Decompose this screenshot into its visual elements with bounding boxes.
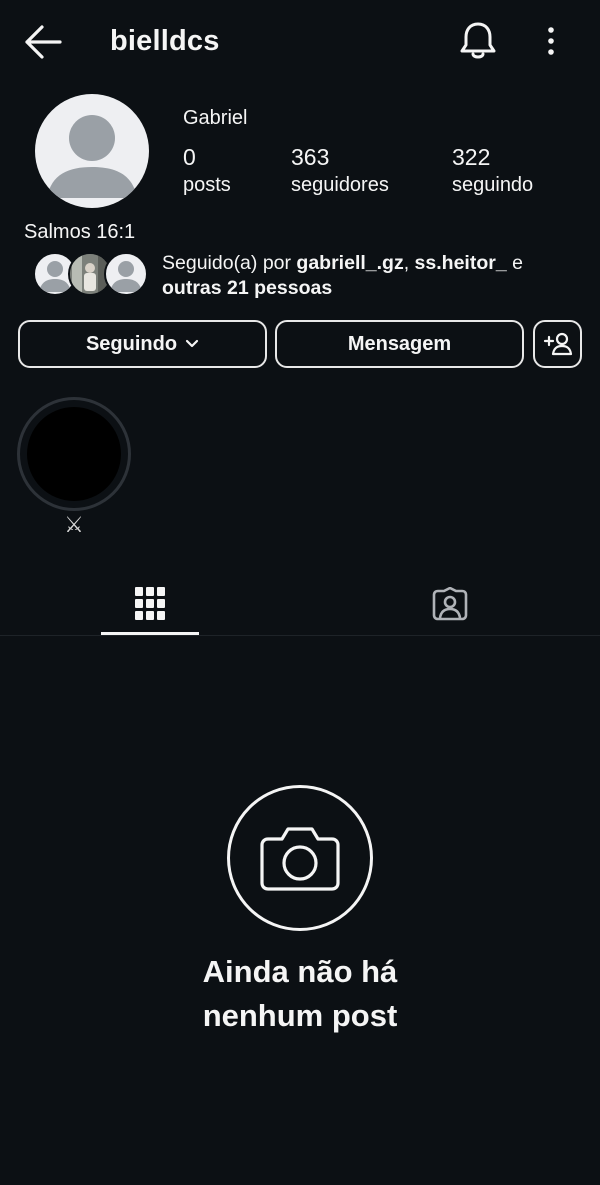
stat-followers-label: seguidores	[291, 174, 389, 196]
message-button-label: Mensagem	[347, 332, 452, 355]
stat-following-count: 322	[452, 144, 491, 170]
story-highlight[interactable]	[17, 397, 131, 511]
add-user-icon	[543, 331, 573, 357]
followed-by-prefix: Seguido(a) por	[162, 252, 297, 274]
followed-by-others[interactable]: outras 21 pessoas	[162, 277, 332, 299]
empty-state-camera	[227, 785, 373, 931]
grid-icon	[135, 587, 165, 621]
followed-by-user-2[interactable]: ss.heitor_	[415, 252, 507, 274]
profile-avatar[interactable]	[35, 94, 149, 208]
stat-following[interactable]: 322 seguindo	[452, 143, 533, 198]
stat-posts-label: posts	[183, 174, 231, 196]
tab-posts-grid[interactable]	[100, 572, 200, 636]
profile-bio: Salmos 16:1	[24, 221, 136, 243]
followed-by-separator: ,	[403, 252, 415, 274]
back-arrow-icon[interactable]	[22, 24, 62, 60]
camera-icon	[260, 823, 340, 893]
mutual-follower-avatar[interactable]	[104, 252, 148, 296]
stat-posts: 0 posts	[183, 143, 231, 198]
profile-username: bielldcs	[110, 25, 220, 57]
message-button[interactable]: Mensagem	[275, 320, 524, 368]
chevron-down-icon	[185, 339, 199, 349]
followed-by-user-1[interactable]: gabriell_.gz	[296, 252, 403, 274]
bell-icon[interactable]	[458, 20, 498, 62]
more-vertical-icon[interactable]	[538, 22, 564, 60]
stat-followers-count: 363	[291, 144, 330, 170]
following-button[interactable]: Seguindo	[18, 320, 267, 368]
followed-by-text[interactable]: Seguido(a) por gabriell_.gz, ss.heitor_ …	[162, 251, 582, 301]
following-button-label: Seguindo	[85, 332, 178, 355]
stat-followers[interactable]: 363 seguidores	[291, 143, 389, 198]
story-highlight-label: ⚔	[64, 512, 84, 537]
story-highlight-cover	[27, 407, 121, 501]
add-user-button[interactable]	[533, 320, 582, 368]
followed-by-conjunction: e	[506, 252, 523, 274]
empty-state-message: Ainda não há nenhum post	[202, 954, 398, 1033]
stat-following-label: seguindo	[452, 174, 534, 196]
tagged-user-icon	[432, 587, 468, 621]
stat-posts-count: 0	[183, 144, 196, 170]
display-name: Gabriel	[183, 107, 248, 129]
tab-divider	[0, 635, 600, 636]
tab-tagged[interactable]	[400, 572, 500, 636]
